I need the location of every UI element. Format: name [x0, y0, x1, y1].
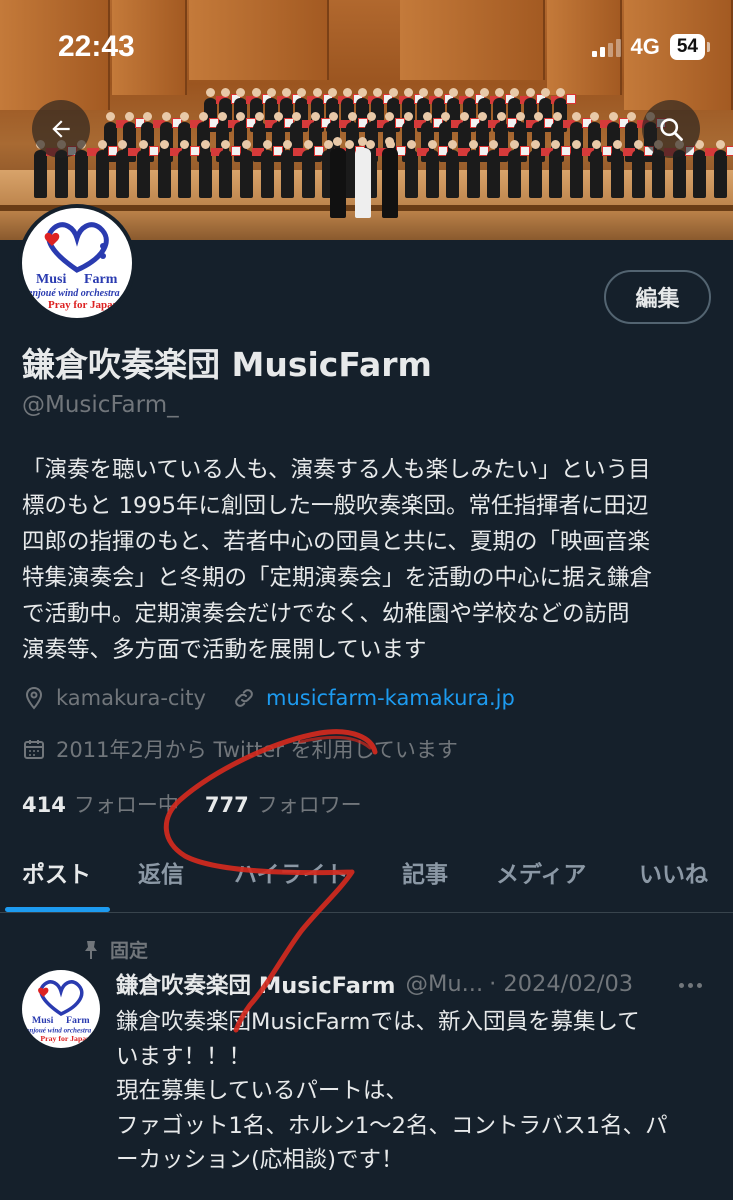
active-tab-indicator	[5, 907, 110, 912]
post-header: 鎌倉吹奏楽団 MusicFarm @Mu... · 2024/02/03	[116, 968, 716, 1000]
calendar-icon	[22, 737, 46, 761]
logo-text: Musi	[36, 272, 66, 287]
tab-highlights[interactable]: ハイライト	[234, 855, 349, 889]
search-button[interactable]	[642, 100, 700, 158]
profile-join-date: 2011年2月から Twitter を利用しています	[22, 734, 458, 764]
tab-replies[interactable]: 返信	[138, 855, 184, 889]
follow-stats: 414 フォロー中 777 フォロワー	[22, 789, 362, 819]
post-avatar[interactable]: Musi Farm enjoué wind orchestra Pray for…	[22, 970, 100, 1048]
join-text: 2011年2月から Twitter を利用しています	[56, 738, 458, 762]
svg-text:Farm: Farm	[66, 1015, 90, 1026]
followers-link[interactable]: 777 フォロワー	[205, 789, 362, 819]
profile-handle: @MusicFarm_	[22, 392, 179, 418]
post-more-icon[interactable]	[679, 978, 709, 992]
network-label: 4G	[630, 34, 660, 59]
post-date[interactable]: · 2024/02/03	[489, 971, 633, 997]
post-line: ーカッション(応相談)です！	[116, 1147, 404, 1173]
back-arrow-icon	[52, 120, 70, 138]
svg-text:Pray for Japan: Pray for Japan	[40, 1034, 91, 1043]
svg-text:enjoué wind orchestra: enjoué wind orchestra	[28, 288, 120, 299]
pinned-label: 固定	[82, 936, 148, 963]
link-icon	[232, 686, 256, 710]
post-body[interactable]: 鎌倉吹奏楽団MusicFarmでは、新入団員を募集して います！！！ 現在募集し…	[116, 1005, 726, 1178]
tab-likes[interactable]: いいね	[639, 855, 708, 889]
svg-text:Pray for Japan: Pray for Japan	[48, 299, 119, 311]
post-line: います！！！	[116, 1043, 252, 1070]
pinned-text: 固定	[110, 940, 149, 962]
profile-bio: 「演奏を聴いている人も、演奏する人も楽しみたい」という目 標のもと 1995年に…	[22, 452, 712, 668]
signal-icon	[591, 37, 621, 57]
profile-avatar[interactable]: Musi Farm enjoué wind orchestra Pray for…	[18, 204, 136, 322]
back-button[interactable]	[32, 100, 90, 158]
bio-line: 「演奏を聴いている人も、演奏する人も楽しみたい」という目	[22, 457, 651, 483]
profile-tabs: ポスト 返信 ハイライト 記事 メディア いいね	[0, 835, 733, 913]
svg-text:Musi: Musi	[32, 1015, 54, 1026]
following-count: 414	[22, 793, 66, 817]
status-indicators: 4G 54	[591, 34, 711, 60]
post-author-handle[interactable]: @Mu...	[405, 971, 483, 997]
followers-label: フォロワー	[256, 793, 362, 817]
post-author-name[interactable]: 鎌倉吹奏楽団 MusicFarm	[116, 968, 395, 1000]
music-farm-logo: Musi Farm enjoué wind orchestra Pray for…	[26, 980, 92, 1043]
following-link[interactable]: 414 フォロー中	[22, 789, 179, 819]
music-farm-logo: Musi Farm enjoué wind orchestra Pray for…	[28, 222, 120, 311]
profile-website[interactable]: musicfarm-kamakura.jp	[232, 686, 515, 710]
profile-location: kamakura-city	[22, 686, 206, 710]
bio-line: で活動中。定期演奏会だけでなく、幼稚園や学校などの訪問	[22, 601, 630, 627]
tab-media[interactable]: メディア	[496, 855, 586, 889]
post-line: 現在募集しているパートは、	[116, 1078, 408, 1104]
tab-posts[interactable]: ポスト	[22, 855, 91, 889]
post-line: 鎌倉吹奏楽団MusicFarmでは、新入団員を募集して	[116, 1009, 640, 1035]
battery-icon: 54	[669, 34, 711, 60]
tab-articles[interactable]: 記事	[402, 855, 448, 889]
bio-line: 特集演奏会」と冬期の「定期演奏会」を活動の中心に据え鎌倉	[22, 565, 653, 591]
location-text: kamakura-city	[56, 686, 206, 710]
svg-text:enjoué wind orchestra: enjoué wind orchestra	[26, 1026, 91, 1034]
bio-line: 演奏等、多方面で活動を展開しています	[22, 637, 427, 663]
bio-line: 標のもと 1995年に創団した一般吹奏楽団。常任指揮者に田辺	[22, 493, 649, 519]
website-link[interactable]: musicfarm-kamakura.jp	[266, 686, 515, 710]
edit-profile-button[interactable]: 編集	[604, 270, 711, 324]
followers-count: 777	[204, 793, 249, 817]
pin-icon	[85, 940, 97, 959]
following-label: フォロー中	[73, 793, 179, 817]
profile-banner[interactable]: 22:43 4G 54	[0, 0, 733, 240]
svg-text:Farm: Farm	[84, 272, 118, 287]
bio-line: 四郎の指揮のもと、若者中心の団員と共に、夏期の「映画音楽	[22, 529, 650, 555]
display-name: 鎌倉吹奏楽団 MusicFarm	[22, 345, 432, 384]
location-pin-icon	[22, 686, 46, 710]
status-time: 22:43	[58, 30, 135, 63]
search-icon	[660, 118, 683, 141]
post-line: ファゴット1名、ホルン1〜2名、コントラバス1名、パ	[116, 1112, 668, 1139]
